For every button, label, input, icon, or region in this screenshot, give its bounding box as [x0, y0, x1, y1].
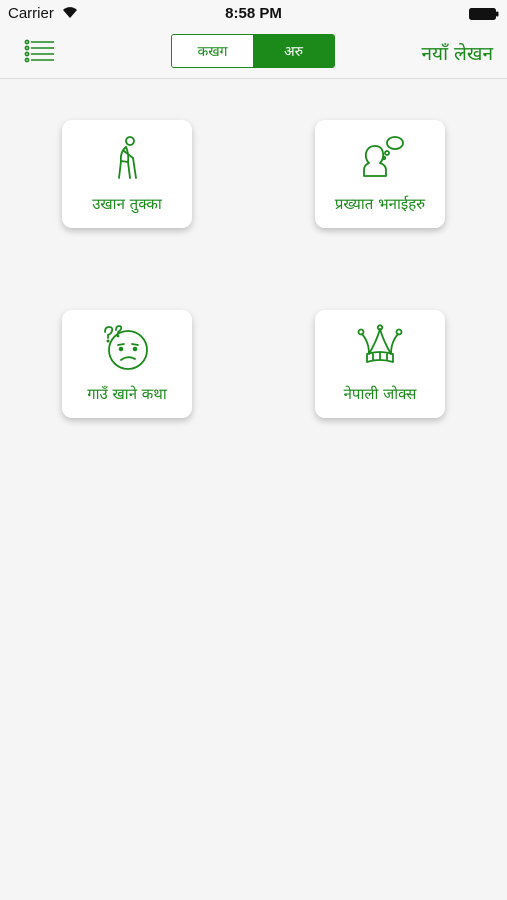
- segment-kakhaga[interactable]: कखग: [172, 35, 253, 67]
- clock-label: 8:58 PM: [225, 5, 282, 22]
- status-bar: Carrier 8:58 PM: [0, 0, 507, 28]
- category-segmented-control: कखग अरु: [171, 34, 335, 68]
- tile-famous-quotes[interactable]: प्रख्यात भनाईहरु: [315, 120, 445, 228]
- tile-label: उखान तुक्का: [92, 195, 162, 213]
- battery-icon: [469, 8, 499, 20]
- tile-label: नेपाली जोक्स: [343, 385, 417, 403]
- tile-nepali-jokes[interactable]: नेपाली जोक्स: [315, 310, 445, 418]
- tile-village-stories[interactable]: गाउँ खाने कथा: [62, 310, 192, 418]
- tile-label: प्रख्यात भनाईहरु: [334, 195, 426, 213]
- app-screen: Carrier 8:58 PM कखग अरु नयाँ लेखन उखान त…: [0, 0, 507, 900]
- person-speech-bubble-icon: [363, 136, 404, 177]
- tile-label: गाउँ खाने कथा: [87, 385, 167, 403]
- old-man-with-cane-icon: [118, 136, 137, 179]
- new-post-button[interactable]: नयाँ लेखन: [422, 40, 494, 66]
- confused-face-icon: [104, 325, 148, 370]
- tile-proverbs[interactable]: उखान तुक्का: [62, 120, 192, 228]
- navigation-bar: कखग अरु नयाँ लेखन: [0, 28, 507, 79]
- list-menu-icon[interactable]: [24, 38, 56, 66]
- segment-aru[interactable]: अरु: [253, 35, 334, 67]
- jester-hat-icon: [357, 324, 403, 363]
